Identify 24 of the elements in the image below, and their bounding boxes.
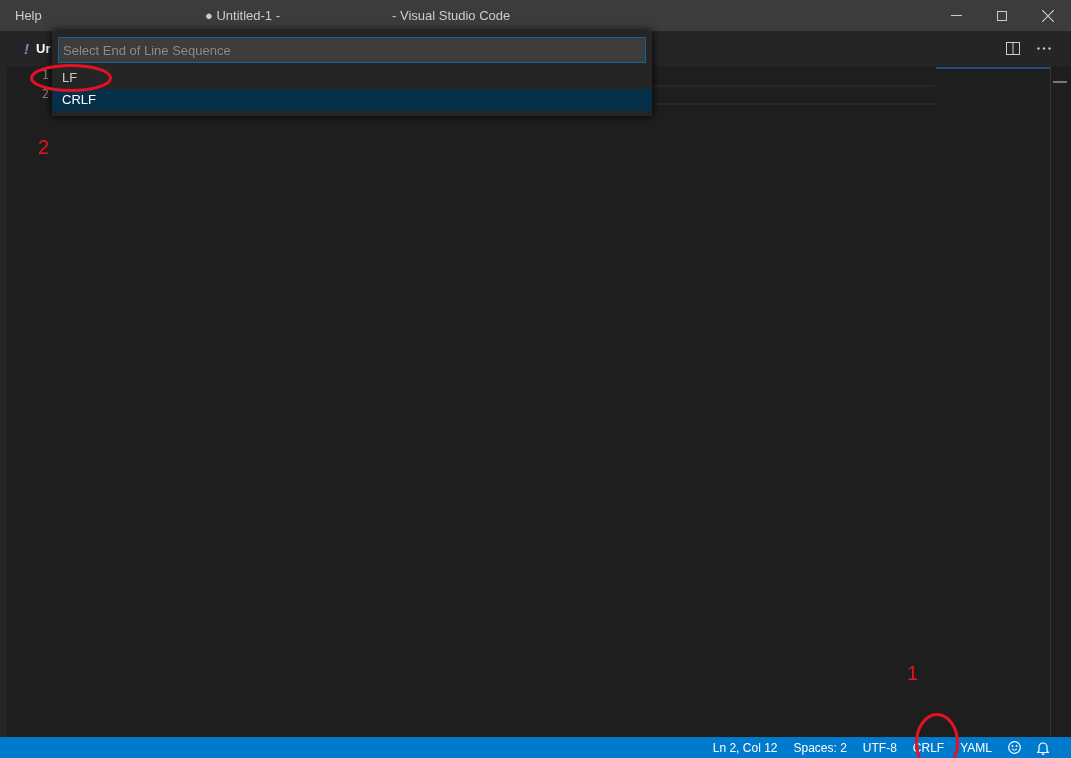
split-editor-icon[interactable] (1005, 42, 1020, 55)
bell-icon[interactable] (1037, 740, 1049, 755)
line-number: 2 (40, 86, 50, 103)
file-type-icon: ! (24, 40, 29, 57)
minimize-icon[interactable] (950, 15, 962, 16)
help-menu[interactable]: Help (0, 8, 65, 23)
tab-label[interactable]: Ur (36, 41, 51, 56)
step-number: 2 (38, 136, 50, 158)
status-item[interactable]: YAML (952, 740, 1000, 755)
step-number: 1 (907, 662, 919, 684)
status-item[interactable]: UTF-8 (854, 740, 905, 755)
search-field[interactable]: Select End of Line Sequence (58, 37, 646, 63)
list-item[interactable]: CRLF (52, 89, 652, 111)
status-item[interactable]: Spaces: 2 (785, 740, 855, 755)
smiley-icon[interactable] (1008, 741, 1021, 754)
window-title: ● Untitled-1 - (205, 8, 282, 23)
status-item[interactable]: Ln 2, Col 12 (704, 740, 786, 755)
line-number: 1 (40, 67, 50, 84)
close-icon[interactable] (1042, 9, 1054, 22)
list-item[interactable]: LF (52, 67, 652, 89)
window-title: - Visual Studio Code (392, 8, 511, 23)
maximize-icon[interactable] (997, 10, 1007, 21)
scrollbar[interactable] (1050, 66, 1067, 737)
more-actions-icon[interactable] (1036, 47, 1051, 50)
